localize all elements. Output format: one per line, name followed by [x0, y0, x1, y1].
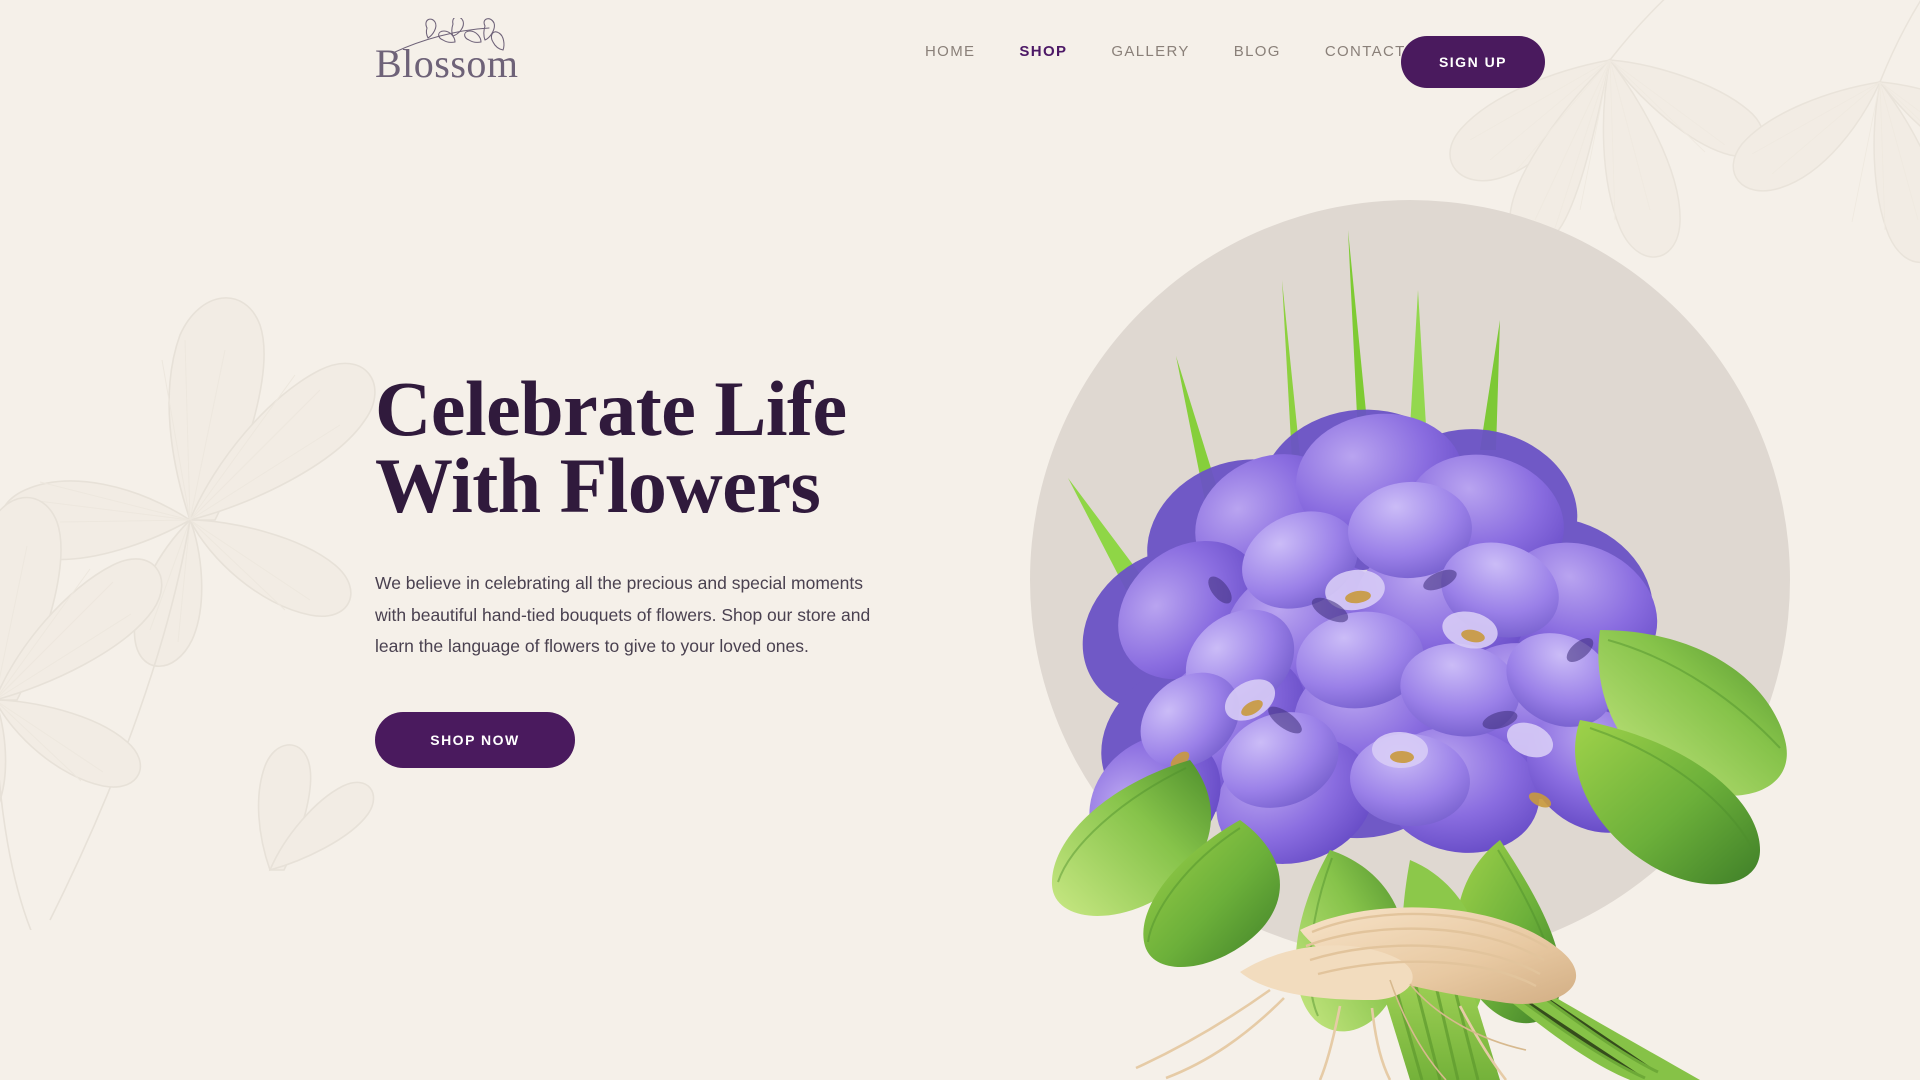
hero-description: We believe in celebrating all the precio…	[375, 573, 871, 656]
site-header: Blossom HOME SHOP GALLERY BLOG CONTACT S…	[0, 0, 1920, 110]
sign-up-button[interactable]: SIGN UP	[1401, 36, 1545, 88]
hero-content: Celebrate Life With Flowers We believe i…	[375, 365, 935, 768]
hero-title-line-1: Celebrate Life	[375, 365, 847, 452]
hero-title-line-2: With Flowers	[375, 442, 821, 530]
iris-bouquet-image	[1051, 230, 1787, 1080]
shop-now-button[interactable]: SHOP NOW	[375, 711, 575, 768]
nav-item-blog[interactable]: BLOG	[1234, 44, 1281, 59]
logo-wordmark: Blossom	[375, 41, 519, 86]
page-title: Celebrate Life With Flowers	[375, 365, 935, 530]
nav-item-contact[interactable]: CONTACT	[1325, 44, 1406, 59]
logo[interactable]: Blossom	[375, 18, 545, 94]
main-navigation: HOME SHOP GALLERY BLOG CONTACT	[925, 44, 1406, 59]
landing-page: Blossom HOME SHOP GALLERY BLOG CONTACT S…	[0, 0, 1920, 1080]
hero-image-area	[1000, 150, 1920, 1080]
nav-item-shop[interactable]: SHOP	[1019, 44, 1067, 59]
nav-item-home[interactable]: HOME	[925, 44, 975, 59]
nav-item-gallery[interactable]: GALLERY	[1111, 44, 1189, 59]
